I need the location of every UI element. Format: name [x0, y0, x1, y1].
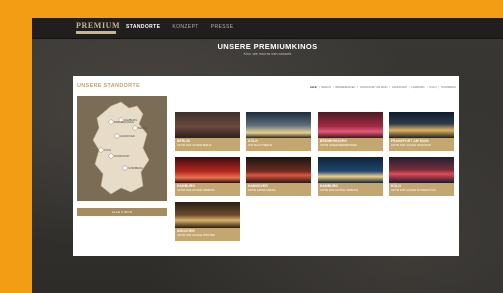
germany-map-graphic: HAMBURG BREMERHAVEN HANNOVER BERLIN KÖLN…: [92, 101, 150, 195]
hero-subtitle: Kino, wie man es sich wünscht: [243, 52, 292, 56]
filter-berlin[interactable]: BERLIN: [321, 86, 330, 89]
cinema-caption: KÖLN ZOO PALAST BERLIN: [246, 138, 311, 151]
panel-title: UNSERE STANDORTE: [77, 83, 141, 89]
cinema-city: BREMERHAVEN: [320, 139, 347, 143]
cinema-caption: KÖLN ASTOR FILM LOUNGE IM ODEON KÖLN: [389, 183, 454, 196]
filter-hannover[interactable]: HANNOVER: [392, 86, 407, 89]
cinema-photo: [175, 202, 240, 228]
cinema-caption: BERLIN ASTOR FILM LOUNGE BERLIN: [175, 138, 240, 151]
cinema-card[interactable]: KÖLN ZOO PALAST BERLIN: [246, 112, 311, 151]
map-pin-bremerhaven: [108, 119, 114, 125]
cinema-card[interactable]: HAMBURG ASTOR FILM LOUNGE HAMBURG: [175, 157, 240, 196]
cinema-name: ASTOR GRAND CINEMA: [248, 189, 276, 192]
cinema-card[interactable]: BERLIN ASTOR FILM LOUNGE BERLIN: [175, 112, 240, 151]
cinema-card[interactable]: BREMERHAVEN ASTOR CINEMA BREMERHAVEN: [318, 112, 383, 151]
top-navigation-bar: PREMIUM STANDORTE KONZEPT PRESSE: [32, 18, 503, 39]
cinema-photo: [175, 112, 240, 138]
logo-text: PREMIUM: [76, 21, 121, 30]
map-label-bremerhaven: BREMERHAVEN: [114, 120, 134, 124]
cinema-city: MÜNCHEN: [177, 229, 195, 233]
logo-underline: [76, 31, 116, 34]
cinema-city: HANNOVER: [248, 184, 268, 188]
map-label-berlin: BERLIN: [138, 126, 147, 130]
cinema-name: ASTOR FILM LOUNGE BERLIN: [177, 144, 212, 147]
cinema-name: ASTOR FILM LOUNGE IM ODEON KÖLN: [391, 189, 436, 192]
map-label-hannover: HANNOVER: [120, 134, 135, 138]
map-pin-nuernberg: [122, 165, 128, 171]
cinema-card[interactable]: MÜNCHEN ASTOR FILM LOUNGE MÜNCHEN: [175, 202, 240, 241]
browser-screen: PREMIUM STANDORTE KONZEPT PRESSE UNSERE …: [32, 18, 503, 293]
cinema-caption: HAMBURG ASTOR FILM LOUNGE HAMBURG: [175, 183, 240, 196]
cinema-city: BERLIN: [177, 139, 191, 143]
nav-item-standorte[interactable]: STANDORTE: [126, 24, 160, 30]
nav-item-konzept[interactable]: KONZEPT: [172, 24, 198, 30]
cinema-photo: [389, 112, 454, 138]
cinema-caption: BREMERHAVEN ASTOR CINEMA BREMERHAVEN: [318, 138, 383, 151]
cinema-name: ASTOR CINEMA BREMERHAVEN: [320, 144, 357, 147]
cinema-photo: [389, 157, 454, 183]
all-cinemas-button[interactable]: ALLE KINOS: [77, 208, 167, 216]
cinema-name: ASTOR FILM LOUNGE HAMBURG: [177, 189, 215, 192]
map-pin-koeln: [98, 147, 104, 153]
premium-logo[interactable]: PREMIUM: [76, 21, 121, 35]
cinema-card[interactable]: KÖLN ASTOR FILM LOUNGE IM ODEON KÖLN: [389, 157, 454, 196]
filter-bremerhaven[interactable]: BREMERHAVEN: [336, 86, 356, 89]
filter-alle[interactable]: ALLE: [310, 86, 317, 89]
hero-title: UNSERE PREMIUMKINOS: [217, 42, 318, 51]
cinema-city: KÖLN: [391, 184, 401, 188]
cinema-photo: [246, 112, 311, 138]
germany-map[interactable]: HAMBURG BREMERHAVEN HANNOVER BERLIN KÖLN…: [77, 96, 167, 201]
cinema-city: HAMBURG: [177, 184, 196, 188]
cinema-card[interactable]: HAMBURG ASTOR FILM LOUNGE HAMBURG: [318, 157, 383, 196]
cinema-photo: [175, 157, 240, 183]
filter-hamburg[interactable]: HAMBURG: [411, 86, 424, 89]
cinema-photo: [318, 157, 383, 183]
nav-item-presse[interactable]: PRESSE: [211, 24, 234, 30]
cinema-city: KÖLN: [248, 139, 258, 143]
cinema-photo: [318, 112, 383, 138]
cinema-card[interactable]: HANNOVER ASTOR GRAND CINEMA: [246, 157, 311, 196]
cinema-card[interactable]: FRANKFURT AM MAIN ASTOR FILM LOUNGE FRAN…: [389, 112, 454, 151]
cinema-caption: MÜNCHEN ASTOR FILM LOUNGE MÜNCHEN: [175, 228, 240, 241]
map-pin-frankfurt: [108, 153, 114, 159]
map-pin-berlin: [132, 125, 138, 131]
map-label-frankfurt: FRANKFURT: [114, 154, 130, 158]
cinema-caption: HAMBURG ASTOR FILM LOUNGE HAMBURG: [318, 183, 383, 196]
cinema-city: HAMBURG: [320, 184, 339, 188]
cinema-photo: [246, 157, 311, 183]
cinema-name: ASTOR FILM LOUNGE FRANKFURT: [391, 144, 432, 147]
locations-panel: UNSERE STANDORTE ALLE | BERLIN | BREMERHAV…: [73, 76, 459, 256]
cinema-name: ZOO PALAST BERLIN: [248, 144, 273, 147]
cinema-name: ASTOR FILM LOUNGE HAMBURG: [320, 189, 358, 192]
filter-frankfurt[interactable]: FRANKFURT AM MAIN: [360, 86, 387, 89]
cinema-city: FRANKFURT AM MAIN: [391, 139, 429, 143]
main-nav: STANDORTE KONZEPT PRESSE: [126, 24, 233, 30]
map-pin-hannover: [114, 133, 120, 139]
cinema-caption: HANNOVER ASTOR GRAND CINEMA: [246, 183, 311, 196]
cinema-name: ASTOR FILM LOUNGE MÜNCHEN: [177, 234, 215, 237]
map-label-nuernberg: NÜRNBERG: [128, 166, 143, 170]
city-filter-bar: ALLE | BERLIN | BREMERHAVEN | FRANKFURT AM …: [310, 86, 456, 89]
map-label-koeln: KÖLN: [104, 148, 111, 152]
cinema-caption: FRANKFURT AM MAIN ASTOR FILM LOUNGE FRAN…: [389, 138, 454, 151]
filter-koeln[interactable]: KÖLN: [429, 86, 436, 89]
filter-nuernberg[interactable]: NÜRNBERG: [441, 86, 456, 89]
